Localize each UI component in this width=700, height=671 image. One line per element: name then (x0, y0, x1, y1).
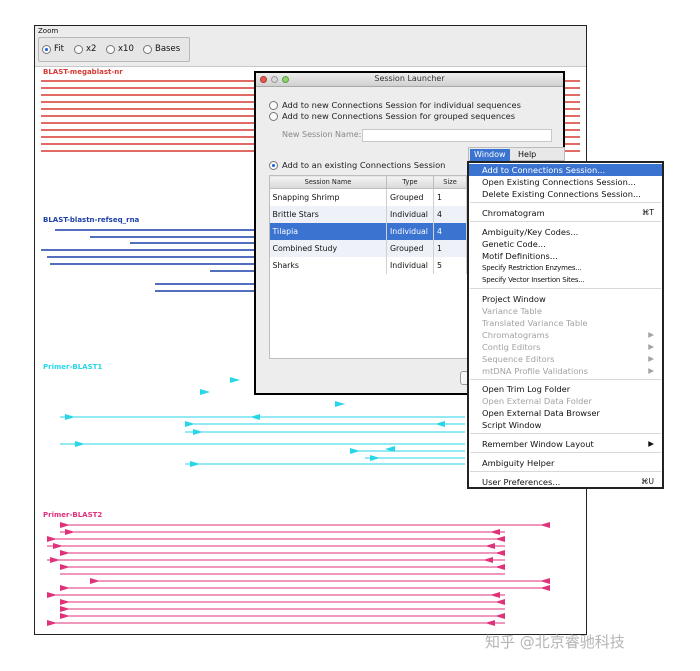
session-name-label: New Session Name: (282, 130, 362, 139)
menu-item-restriction-enzymes[interactable]: Specify Restriction Enzymes... (469, 262, 662, 274)
cell-size: 1 (433, 240, 467, 257)
option-new-individual-label: Add to new Connections Session for indiv… (282, 100, 521, 110)
session-name-field[interactable] (362, 129, 552, 142)
cell-name: Tilapia (269, 223, 387, 240)
cell-size: 4 (433, 223, 467, 240)
menu-item-open-existing-session[interactable]: Open Existing Connections Session... (469, 176, 662, 188)
cell-type: Grouped (386, 188, 434, 206)
submenu-arrow-icon: ▶ (648, 439, 654, 448)
menu-item-vector-insertion-sites[interactable]: Specify Vector Insertion Sites... (469, 274, 662, 286)
primer1-hits (60, 416, 465, 465)
cell-size: 5 (433, 257, 467, 274)
menu-separator (470, 379, 661, 380)
menu-item-ambiguity-helper[interactable]: Ambiguity Helper (469, 457, 662, 469)
option-new-individual[interactable]: Add to new Connections Session for indiv… (269, 100, 521, 110)
cell-type: Individual (386, 257, 434, 274)
table-row[interactable]: Sharks Individual 5 (269, 257, 467, 274)
primer2-hits (47, 524, 550, 624)
window-menu: Add to Connections Session... Open Exist… (467, 161, 664, 489)
shortcut-label: ⌘T (641, 208, 654, 217)
menu-item-open-trim-log-folder[interactable]: Open Trim Log Folder (469, 383, 662, 395)
cell-type: Grouped (386, 240, 434, 257)
shortcut-label: ⌘U (641, 477, 654, 486)
radio-icon (269, 100, 278, 110)
option-existing-label: Add to an existing Connections Session (282, 160, 446, 170)
option-existing-session[interactable]: Add to an existing Connections Session (269, 160, 445, 170)
menu-item-variance-table: Variance Table (482, 306, 542, 316)
menu-separator (470, 221, 661, 222)
menu-item-ambiguity-key-codes[interactable]: Ambiguity/Key Codes... (469, 226, 662, 238)
menu-item-genetic-code[interactable]: Genetic Code... (469, 238, 662, 250)
menu-item-remember-window-layout[interactable]: Remember Window Layout ▶ (469, 438, 662, 450)
cell-type: Individual (386, 223, 434, 240)
menu-item-motif-definitions[interactable]: Motif Definitions... (469, 250, 662, 262)
column-header-size[interactable]: Size (433, 175, 467, 189)
submenu-arrow-icon: ▶ (648, 354, 654, 363)
menu-item-chromatograms: Chromatograms ▶ (482, 330, 654, 340)
menu-item-translated-variance-table: Translated Variance Table (482, 318, 588, 328)
cell-type: Individual (386, 206, 434, 223)
menu-item-mtdna-profile-validations: mtDNA Profile Validations ▶ (482, 366, 654, 376)
menu-separator (470, 288, 661, 289)
menu-item-user-preferences[interactable]: User Preferences... ⌘U (469, 476, 662, 488)
menu-item-script-window[interactable]: Script Window (469, 419, 662, 431)
submenu-arrow-icon: ▶ (648, 366, 654, 375)
menu-item-delete-existing-session[interactable]: Delete Existing Connections Session... (469, 188, 662, 200)
table-row-selected[interactable]: Tilapia Individual 4 (269, 223, 467, 240)
launcher-titlebar[interactable]: Session Launcher (256, 73, 563, 87)
table-row[interactable]: Brittle Stars Individual 4 (269, 206, 467, 223)
menu-item-open-external-data-folder: Open External Data Folder (482, 396, 592, 406)
option-new-grouped-label: Add to new Connections Session for group… (282, 111, 516, 121)
column-header-type[interactable]: Type (386, 175, 434, 189)
cell-name: Sharks (269, 257, 387, 274)
sessions-table: Session Name Type Size Snapping Shrimp G… (269, 175, 467, 274)
menu-item-chromatogram[interactable]: Chromatogram ⌘T (469, 207, 662, 219)
menu-item-add-to-connections-session[interactable]: Add to Connections Session... (469, 164, 662, 176)
menu-separator (470, 471, 661, 472)
radio-icon (269, 111, 278, 121)
option-new-grouped[interactable]: Add to new Connections Session for group… (269, 111, 515, 121)
menu-item-open-external-data-browser[interactable]: Open External Data Browser (469, 407, 662, 419)
menu-item-project-window[interactable]: Project Window (469, 293, 662, 305)
watermark-text: 知乎 @北京睿驰科技 (485, 633, 625, 651)
cell-name: Brittle Stars (269, 206, 387, 223)
menu-help[interactable]: Help (514, 149, 540, 161)
menu-window[interactable]: Window (470, 149, 510, 161)
menu-bar: Window Help (468, 147, 565, 161)
cell-size: 4 (433, 206, 467, 223)
menu-item-contig-editors: Contig Editors ▶ (482, 342, 654, 352)
menu-separator (470, 433, 661, 434)
launcher-title: Session Launcher (374, 74, 445, 83)
cell-name: Combined Study (269, 240, 387, 257)
table-row[interactable]: Combined Study Grouped 1 (269, 240, 467, 257)
menu-separator (470, 202, 661, 203)
table-header-row: Session Name Type Size (269, 175, 467, 189)
submenu-arrow-icon: ▶ (648, 330, 654, 339)
column-header-name[interactable]: Session Name (269, 175, 387, 189)
blastn-hits (41, 229, 275, 292)
menu-separator (470, 452, 661, 453)
cell-name: Snapping Shrimp (269, 188, 387, 206)
cell-size: 1 (433, 188, 467, 206)
submenu-arrow-icon: ▶ (648, 342, 654, 351)
radio-selected-icon (269, 160, 278, 170)
menu-item-sequence-editors: Sequence Editors ▶ (482, 354, 654, 364)
table-row[interactable]: Snapping Shrimp Grouped 1 (269, 188, 467, 206)
